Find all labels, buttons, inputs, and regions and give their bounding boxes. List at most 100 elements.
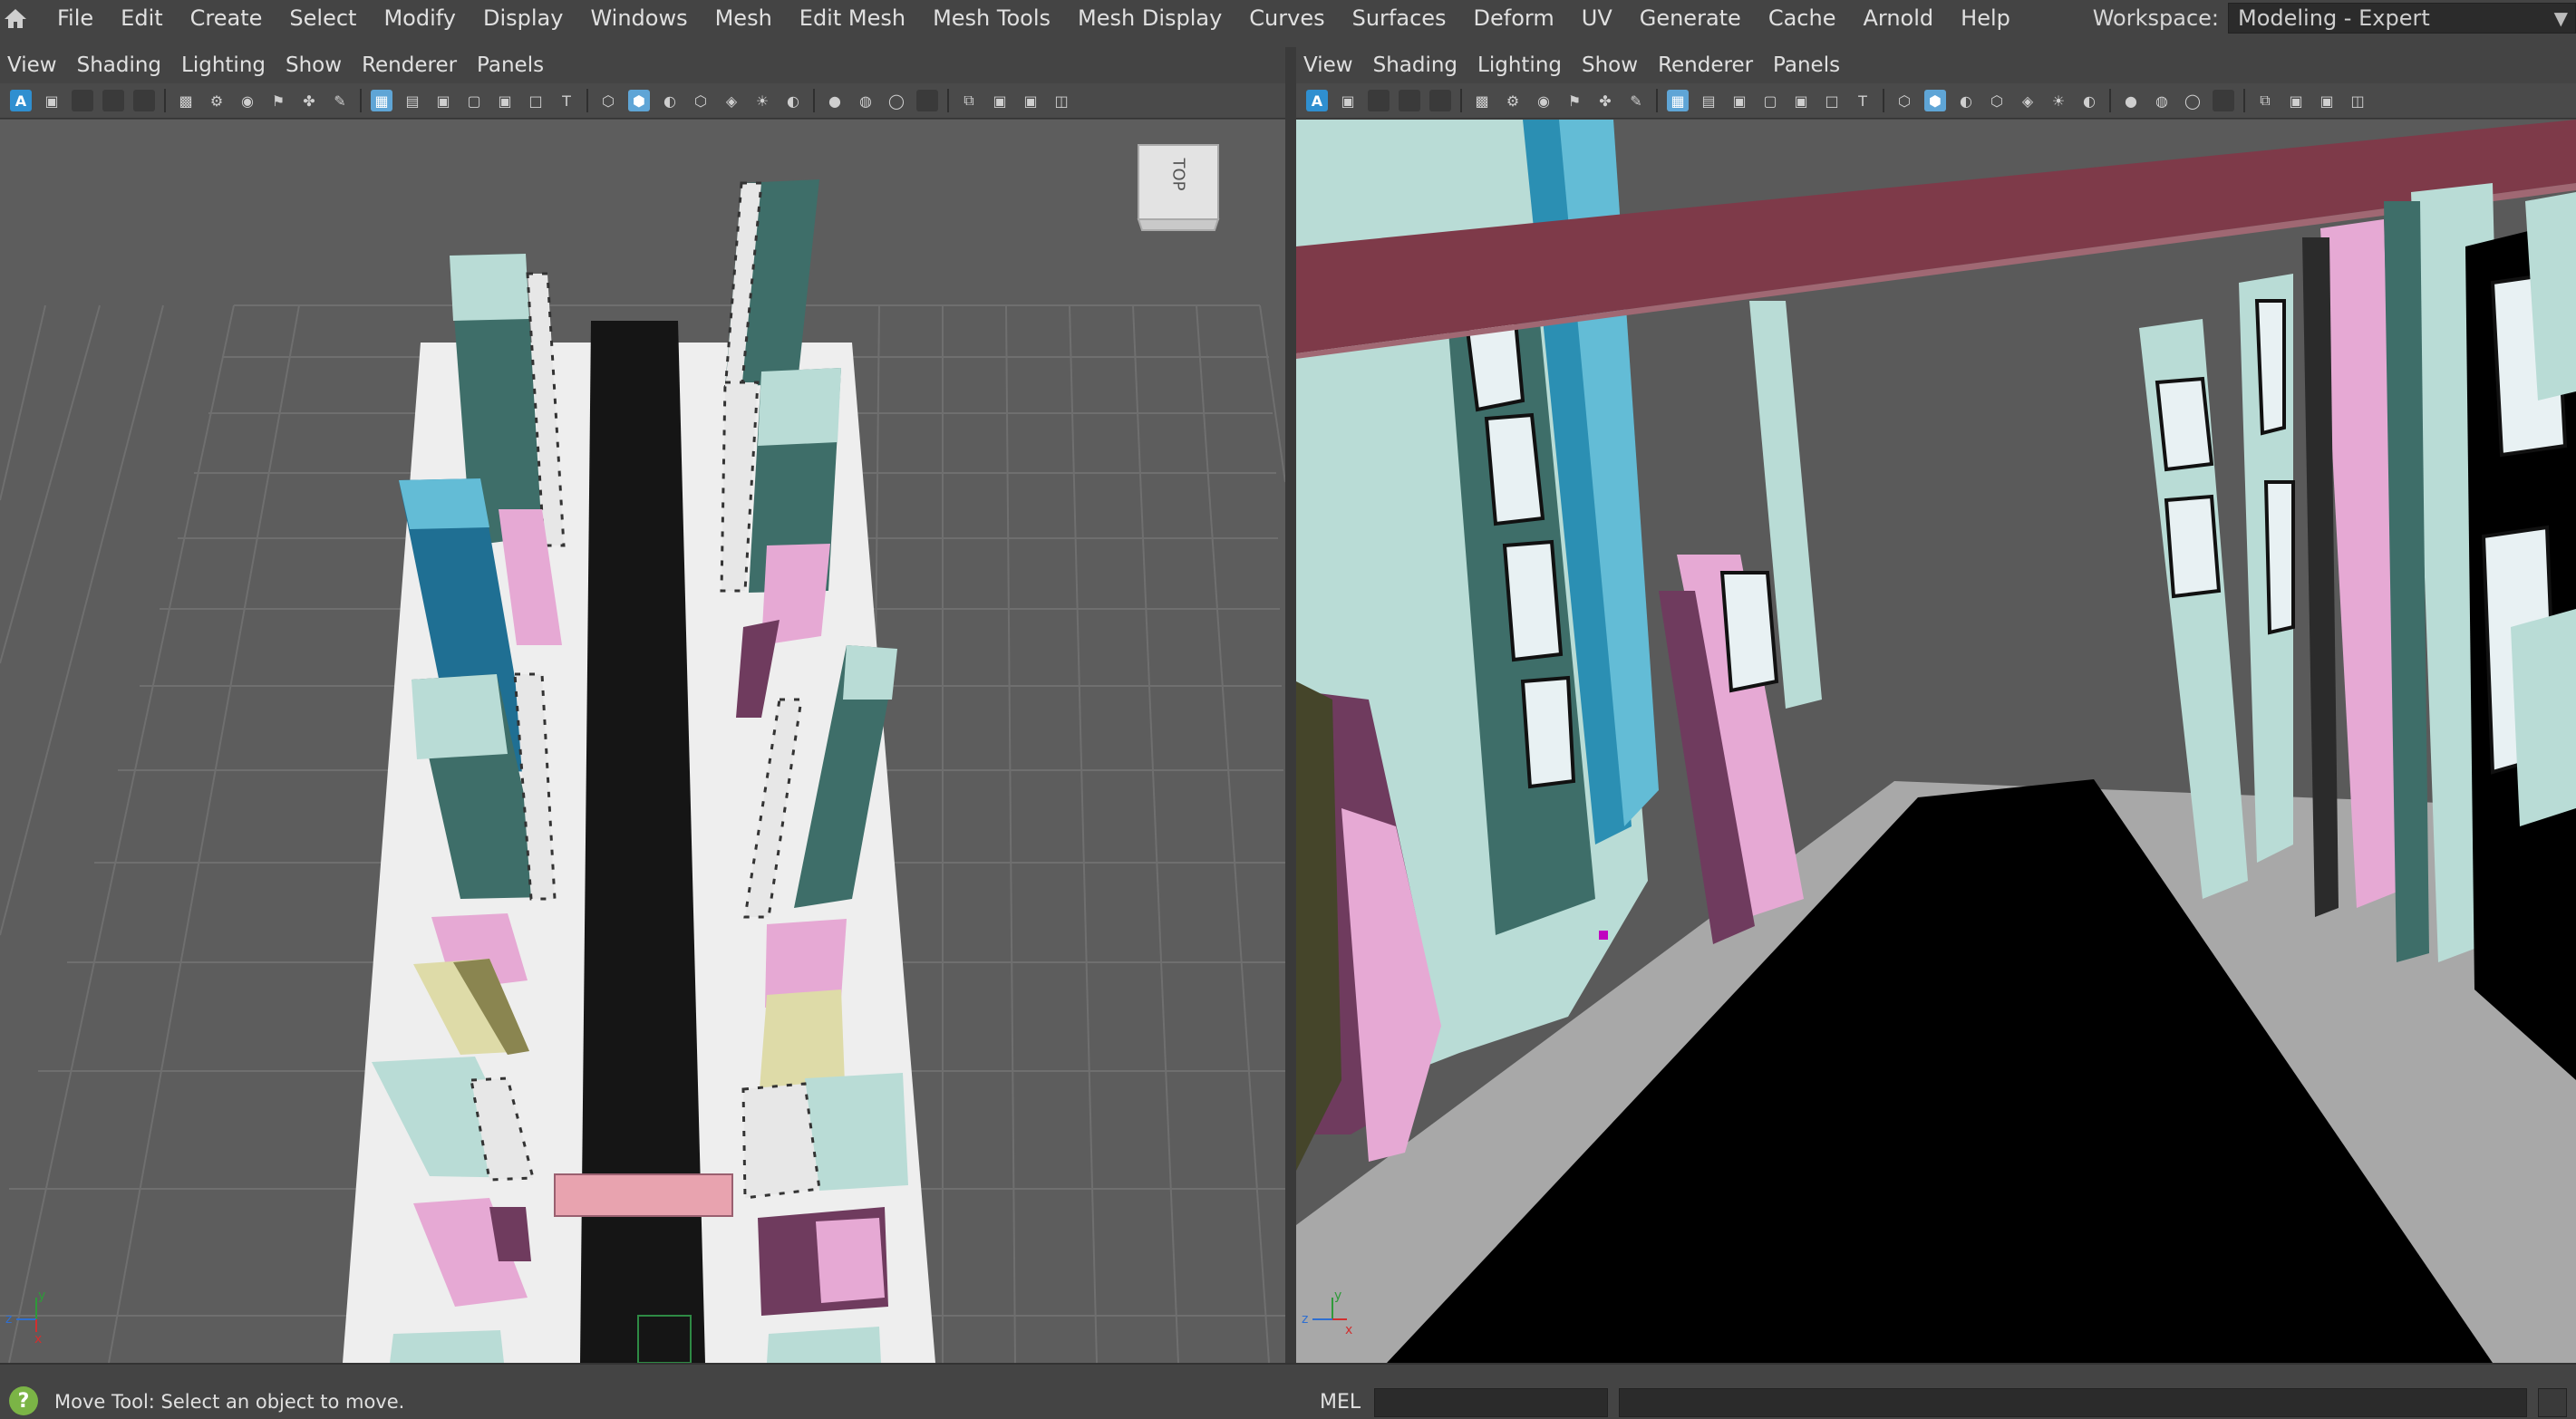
command-input[interactable]	[1374, 1388, 1608, 1417]
anti-alias-icon[interactable]: ◯	[2182, 90, 2203, 111]
resolution-gate-toggle-icon[interactable]: ▣	[1729, 90, 1750, 111]
menu-cache[interactable]: Cache	[1755, 5, 1850, 31]
xray-joints-icon[interactable]: ▣	[2316, 90, 2338, 111]
menu-display[interactable]: Display	[470, 5, 576, 31]
safe-title-icon[interactable]: T	[1852, 90, 1874, 111]
grease-pencil-icon[interactable]: ✎	[1625, 90, 1647, 111]
xray-icon[interactable]: ▣	[989, 90, 1011, 111]
menu-mesh-display[interactable]: Mesh Display	[1064, 5, 1235, 31]
grid-icon[interactable]: ▦	[371, 90, 392, 111]
gate-mask-icon[interactable]: ▢	[1759, 90, 1781, 111]
camera-icon[interactable]: ▩	[1471, 90, 1493, 111]
persp-view-viewport[interactable]: y z x	[1296, 120, 2576, 1363]
xray-icon[interactable]: ▣	[2285, 90, 2307, 111]
menu-modify[interactable]: Modify	[370, 5, 470, 31]
wireframe-icon[interactable]: ⬡	[1893, 90, 1915, 111]
xray-joints-icon[interactable]: ▣	[1020, 90, 1041, 111]
image-plane-icon[interactable]	[72, 90, 93, 111]
motion-blur-icon[interactable]: ◍	[855, 90, 876, 111]
pan-zoom-icon[interactable]: ✤	[1594, 90, 1616, 111]
safe-title-icon[interactable]: T	[556, 90, 577, 111]
resolution-gate-toggle-icon[interactable]: ▣	[432, 90, 454, 111]
pan-zoom-icon[interactable]: ✤	[298, 90, 320, 111]
shadow-icon[interactable]: ◐	[782, 90, 804, 111]
panel-menu-view[interactable]: View	[1296, 53, 1366, 77]
depth-of-field-icon[interactable]	[916, 90, 938, 111]
view-cube[interactable]: TOP	[1135, 141, 1222, 232]
menu-uv[interactable]: UV	[1568, 5, 1626, 31]
film-gate-toggle-icon[interactable]: ▤	[1698, 90, 1719, 111]
panel-menu-show[interactable]: Show	[1574, 53, 1651, 77]
menu-help[interactable]: Help	[1947, 5, 2024, 31]
wireframe-on-shaded-icon[interactable]: ◐	[659, 90, 681, 111]
bookmark-icon[interactable]: ⚑	[267, 90, 289, 111]
menu-mesh-tools[interactable]: Mesh Tools	[919, 5, 1064, 31]
home-icon[interactable]	[2, 0, 29, 36]
safe-action-icon[interactable]: □	[525, 90, 547, 111]
lighting-icon[interactable]: ☀	[2048, 90, 2069, 111]
menu-deform[interactable]: Deform	[1460, 5, 1568, 31]
menu-generate[interactable]: Generate	[1626, 5, 1755, 31]
menu-select[interactable]: Select	[276, 5, 370, 31]
safe-frame-icon[interactable]	[133, 90, 155, 111]
layout-icon[interactable]: ◫	[1051, 90, 1072, 111]
menu-edit[interactable]: Edit	[107, 5, 176, 31]
film-gate-toggle-icon[interactable]: ▤	[402, 90, 423, 111]
menu-edit-mesh[interactable]: Edit Mesh	[786, 5, 919, 31]
screen-space-ao-icon[interactable]: ●	[2120, 90, 2142, 111]
motion-blur-icon[interactable]: ◍	[2151, 90, 2173, 111]
camera-lock-icon[interactable]: ◉	[237, 90, 258, 111]
menu-create[interactable]: Create	[177, 5, 276, 31]
isolate-icon[interactable]: ⧉	[958, 90, 980, 111]
mel-toggle[interactable]: MEL	[1320, 1391, 1361, 1414]
menu-windows[interactable]: Windows	[576, 5, 701, 31]
panel-menu-panels[interactable]: Panels	[1766, 53, 1853, 77]
isolate-icon[interactable]: ⧉	[2254, 90, 2276, 111]
screen-space-ao-icon[interactable]: ●	[824, 90, 846, 111]
default-material-icon[interactable]: ◈	[721, 90, 742, 111]
field-chart-icon[interactable]: ▣	[494, 90, 516, 111]
camera-lock-icon[interactable]: ◉	[1533, 90, 1554, 111]
field-chart-icon[interactable]: ▣	[1790, 90, 1812, 111]
safe-action-icon[interactable]: □	[1821, 90, 1843, 111]
camera-attr-icon[interactable]: ⚙	[1502, 90, 1524, 111]
layout-icon[interactable]: ◫	[2347, 90, 2368, 111]
menu-file[interactable]: File	[44, 5, 107, 31]
grease-pencil-icon[interactable]: ✎	[329, 90, 351, 111]
resolution-gate-icon[interactable]	[102, 90, 124, 111]
panel-menu-lighting[interactable]: Lighting	[174, 53, 278, 77]
top-view-viewport[interactable]: TOP y z x	[0, 120, 1285, 1363]
wireframe-icon[interactable]: ⬡	[597, 90, 619, 111]
panel-menu-panels[interactable]: Panels	[470, 53, 557, 77]
select-camera-icon[interactable]: A	[1306, 90, 1328, 111]
film-gate-icon[interactable]: ▣	[41, 90, 63, 111]
safe-frame-icon[interactable]	[1429, 90, 1451, 111]
panel-menu-shading[interactable]: Shading	[70, 53, 174, 77]
select-camera-icon[interactable]: A	[10, 90, 32, 111]
resolution-gate-icon[interactable]	[1399, 90, 1420, 111]
lighting-icon[interactable]: ☀	[751, 90, 773, 111]
default-material-icon[interactable]: ◈	[2017, 90, 2039, 111]
depth-of-field-icon[interactable]	[2213, 90, 2234, 111]
wireframe-on-shaded-icon[interactable]: ◐	[1955, 90, 1977, 111]
shadow-icon[interactable]: ◐	[2078, 90, 2100, 111]
anti-alias-icon[interactable]: ◯	[886, 90, 907, 111]
camera-icon[interactable]: ▩	[175, 90, 197, 111]
panel-splitter[interactable]	[1285, 47, 1296, 1363]
panel-menu-renderer[interactable]: Renderer	[354, 53, 470, 77]
bookmark-icon[interactable]: ⚑	[1564, 90, 1585, 111]
menu-curves[interactable]: Curves	[1235, 5, 1338, 31]
panel-menu-shading[interactable]: Shading	[1366, 53, 1470, 77]
gate-mask-icon[interactable]: ▢	[463, 90, 485, 111]
textured-icon[interactable]: ⬡	[690, 90, 712, 111]
textured-icon[interactable]: ⬡	[1986, 90, 2008, 111]
panel-menu-view[interactable]: View	[0, 53, 70, 77]
menu-mesh[interactable]: Mesh	[702, 5, 786, 31]
menu-arnold[interactable]: Arnold	[1849, 5, 1947, 31]
grid-icon[interactable]: ▦	[1667, 90, 1689, 111]
image-plane-icon[interactable]	[1368, 90, 1390, 111]
panel-menu-renderer[interactable]: Renderer	[1651, 53, 1766, 77]
camera-attr-icon[interactable]: ⚙	[206, 90, 228, 111]
smooth-shade-icon[interactable]: ⬢	[1924, 90, 1946, 111]
script-editor-icon[interactable]	[2538, 1388, 2567, 1417]
